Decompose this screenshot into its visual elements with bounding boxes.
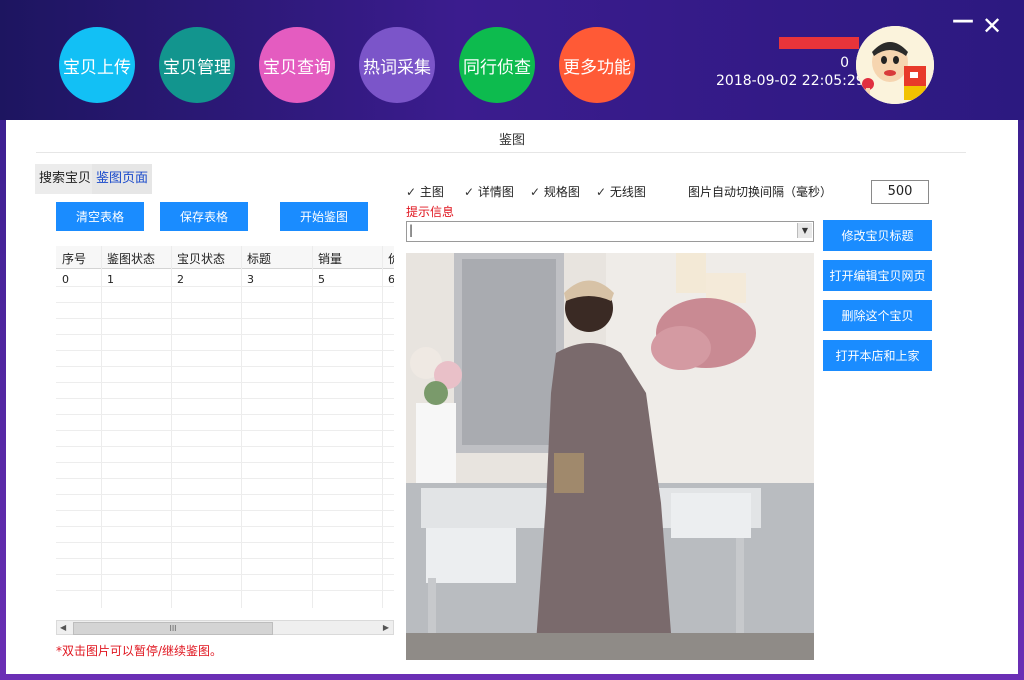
interval-label: 图片自动切换间隔（毫秒）	[688, 185, 833, 199]
combo-text: |	[409, 223, 414, 237]
result-table[interactable]: 序号 鉴图状态 宝贝状态 标题 销量 价 0 1 2 3 5 6	[56, 246, 394, 608]
table-cell[interactable]: 2	[177, 273, 184, 286]
product-image[interactable]	[406, 253, 814, 660]
nav-query-button[interactable]: 宝贝查询	[259, 27, 335, 103]
save-table-button[interactable]: 保存表格	[160, 202, 248, 231]
table-cell[interactable]: 6	[388, 273, 394, 286]
tip-label: 提示信息	[406, 205, 455, 219]
section-title: 鉴图	[498, 133, 525, 148]
table-cell[interactable]: 3	[247, 273, 254, 286]
table-cell[interactable]: 0	[62, 273, 69, 286]
nav-upload-button[interactable]: 宝贝上传	[59, 27, 135, 103]
avatar[interactable]	[856, 26, 934, 104]
col-header-sales[interactable]: 销量	[318, 250, 342, 267]
tab-image-check[interactable]: 鉴图页面	[92, 164, 153, 194]
count-value: 0	[840, 55, 849, 71]
main-panel: 鉴图 搜索宝贝 鉴图页面 清空表格 保存表格 开始鉴图 序号 鉴图状态 宝贝状态…	[6, 120, 1018, 674]
tab-search-item[interactable]: 搜索宝贝	[35, 164, 96, 194]
table-horizontal-scrollbar[interactable]: ◀ III ▶	[56, 620, 394, 635]
check-detail-image[interactable]: ✓ 详情图	[464, 183, 514, 200]
check-spec-image[interactable]: ✓ 规格图	[530, 183, 580, 200]
open-edit-page-button[interactable]: 打开编辑宝贝网页	[823, 260, 932, 291]
scroll-thumb[interactable]: III	[73, 622, 273, 635]
interval-input[interactable]: 500	[871, 180, 929, 204]
check-wireless-image[interactable]: ✓ 无线图	[596, 183, 646, 200]
status-bar-indicator	[779, 37, 859, 49]
cartoon-avatar-icon	[856, 26, 934, 104]
scroll-right-arrow-icon[interactable]: ▶	[383, 621, 389, 634]
close-button[interactable]: ✕	[982, 12, 1002, 40]
start-check-button[interactable]: 开始鉴图	[280, 202, 368, 231]
edit-title-button[interactable]: 修改宝贝标题	[823, 220, 932, 251]
col-header-title[interactable]: 标题	[247, 250, 271, 267]
nav-hotword-button[interactable]: 热词采集	[359, 27, 435, 103]
dropdown-arrow-icon[interactable]: ▼	[797, 223, 812, 238]
table-cell[interactable]: 5	[318, 273, 325, 286]
col-header-price[interactable]: 价	[388, 250, 394, 267]
scroll-left-arrow-icon[interactable]: ◀	[60, 621, 66, 634]
nav-competitor-button[interactable]: 同行侦查	[459, 27, 535, 103]
tip-combobox[interactable]: | ▼	[406, 221, 814, 242]
open-shop-button[interactable]: 打开本店和上家	[823, 340, 932, 371]
clear-table-button[interactable]: 清空表格	[56, 202, 144, 231]
nav-manage-button[interactable]: 宝贝管理	[159, 27, 235, 103]
table-cell[interactable]: 1	[107, 273, 114, 286]
section-divider	[36, 152, 966, 153]
col-header-item-status[interactable]: 宝贝状态	[177, 250, 225, 267]
check-main-image[interactable]: ✓ 主图	[406, 183, 444, 200]
product-photo-graphic	[406, 253, 814, 660]
double-click-hint: *双击图片可以暂停/继续鉴图。	[56, 644, 223, 658]
delete-item-button[interactable]: 删除这个宝贝	[823, 300, 932, 331]
col-header-check-status[interactable]: 鉴图状态	[107, 250, 155, 267]
col-header-index[interactable]: 序号	[62, 250, 86, 267]
datetime-label: 2018-09-02 22:05:29	[716, 73, 865, 89]
minimize-button[interactable]: —	[952, 8, 974, 33]
nav-more-button[interactable]: 更多功能	[559, 27, 635, 103]
